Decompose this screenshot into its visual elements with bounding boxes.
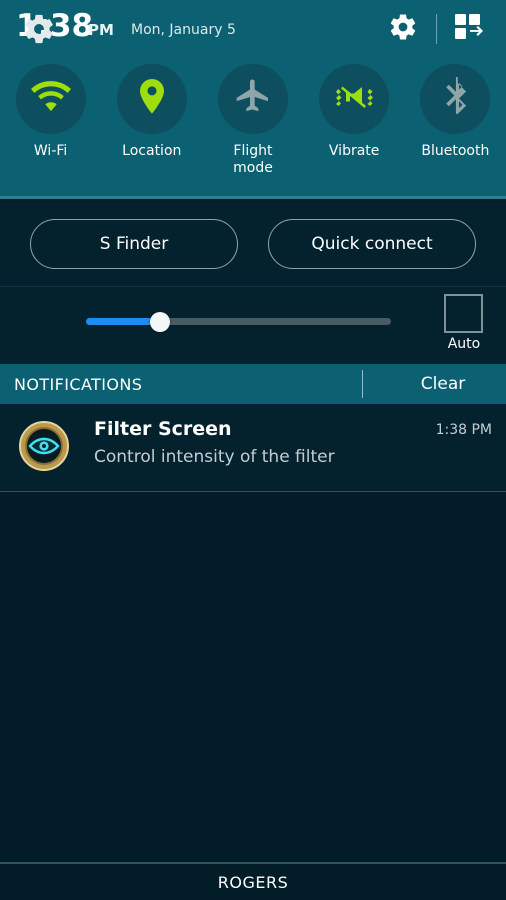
auto-brightness-label: Auto (447, 336, 481, 352)
edit-quick-settings-button[interactable] (446, 9, 494, 49)
s-finder-button[interactable]: S Finder (30, 219, 238, 269)
brightness-slider-thumb[interactable] (150, 312, 170, 332)
notifications-title: NOTIFICATIONS (14, 374, 143, 394)
notification-list-empty-area (0, 492, 506, 862)
carrier-name: ROGERS (217, 872, 289, 892)
airplane-icon (233, 77, 273, 121)
toggle-vibrate[interactable]: Vibrate (304, 64, 405, 177)
toggle-vibrate-circle (319, 64, 390, 134)
toggle-bluetooth[interactable]: Bluetooth (405, 64, 506, 177)
clock-date: Mon, January 5 (131, 22, 236, 38)
quick-settings-panel: 1:38 PM Mon, January 5 Wi-Fi Location Fl… (0, 0, 506, 199)
toggle-flight-mode-circle (217, 64, 288, 134)
toggle-vibrate-label: Vibrate (328, 143, 380, 159)
carrier-bar: ROGERS (0, 864, 506, 900)
status-bar-divider (436, 14, 437, 44)
clear-notifications-button[interactable]: Clear (380, 364, 506, 404)
vibrate-icon (333, 80, 375, 118)
bluetooth-icon (440, 77, 470, 121)
status-bar: 1:38 PM Mon, January 5 (0, 0, 506, 58)
toggle-wifi-label: Wi-Fi (33, 143, 68, 159)
auto-brightness-checkbox[interactable] (444, 294, 483, 333)
notifications-header: NOTIFICATIONS Clear (0, 364, 506, 404)
notification-time: 1:38 PM (435, 422, 492, 438)
clock-ampm: PM (88, 21, 114, 39)
status-bar-actions (379, 9, 494, 49)
toggle-location[interactable]: Location (101, 64, 202, 177)
wifi-icon (30, 81, 71, 117)
toggle-location-circle (116, 64, 187, 134)
toggle-bluetooth-circle (420, 64, 491, 134)
toggle-flight-mode-label: Flight mode (233, 143, 273, 176)
settings-button[interactable] (379, 9, 427, 49)
quick-connect-button[interactable]: Quick connect (268, 219, 476, 269)
gear-icon (388, 12, 418, 46)
notifications-header-divider (362, 370, 363, 398)
toggle-flight-mode[interactable]: Flight mode (202, 64, 303, 177)
location-pin-icon (135, 77, 169, 121)
toggle-location-label: Location (122, 143, 182, 159)
quick-toggle-row: Wi-Fi Location Flight mode Vibrate Bluet… (0, 64, 506, 177)
brightness-slider-track[interactable] (86, 318, 391, 325)
edit-quick-settings-grid-icon (454, 12, 486, 46)
toggle-wifi[interactable]: Wi-Fi (0, 64, 101, 177)
brightness-row (0, 286, 506, 365)
toggle-wifi-circle (15, 64, 86, 134)
notification-app-name: Filter Screen (94, 418, 232, 440)
notification-text: Control intensity of the filter (94, 447, 335, 467)
filter-screen-eye-icon (19, 421, 69, 471)
shortcut-row: S Finder Quick connect (0, 202, 506, 286)
brightness-gear-icon (22, 12, 56, 50)
toggle-bluetooth-label: Bluetooth (421, 143, 490, 159)
notification-shade: 1:38 PM Mon, January 5 Wi-Fi Location Fl… (0, 0, 506, 900)
